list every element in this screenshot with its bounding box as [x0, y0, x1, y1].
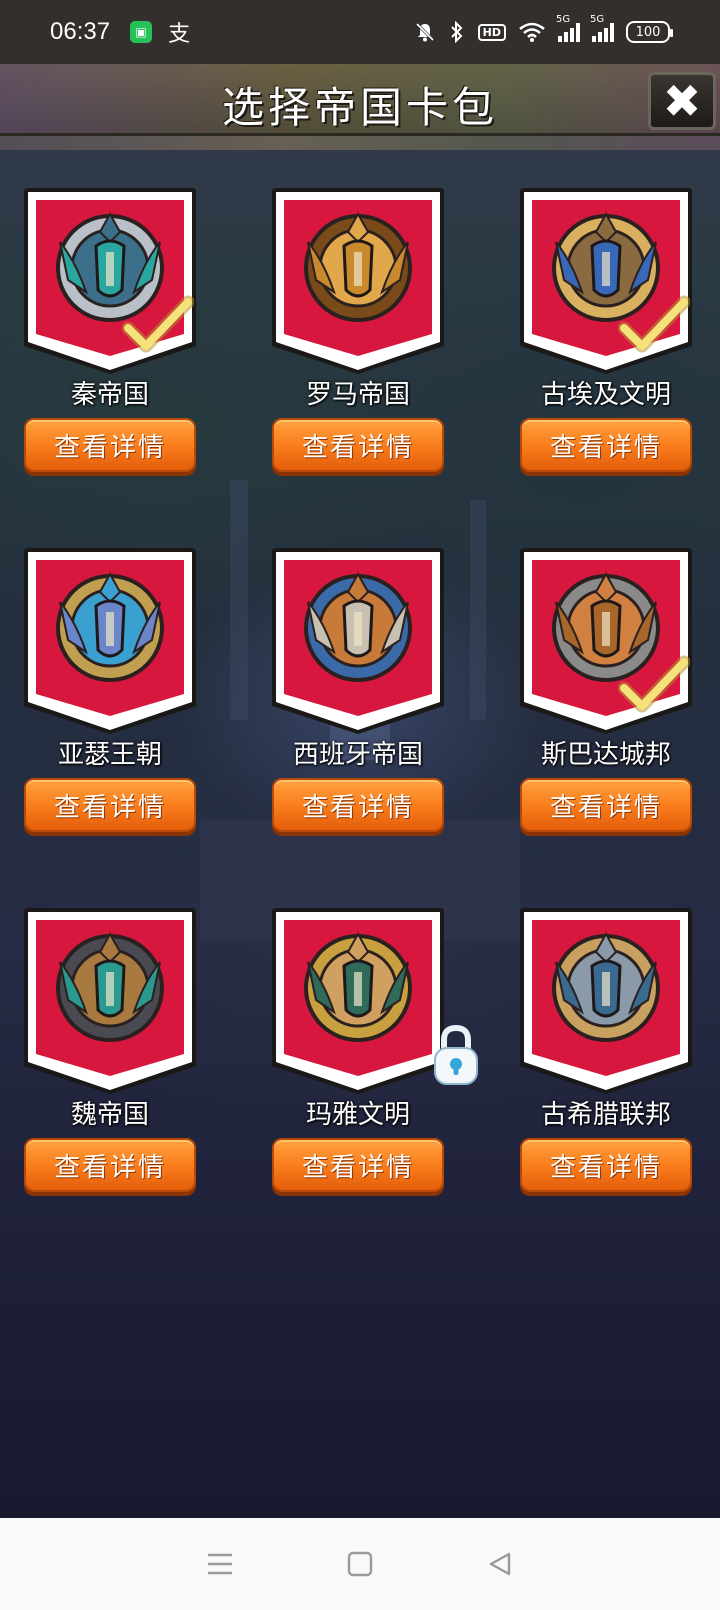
empire-name: 古埃及文明 — [540, 380, 671, 410]
mute-bell-icon — [415, 22, 434, 42]
view-details-button[interactable]: 查看详情 — [24, 418, 196, 472]
empire-pack-card[interactable] — [518, 186, 694, 376]
roman-helmet-emblem-icon — [294, 202, 422, 330]
view-details-button[interactable]: 查看详情 — [272, 778, 444, 832]
checkmark-icon — [618, 294, 690, 358]
view-details-button[interactable]: 查看详情 — [24, 1138, 196, 1192]
empire-pack-card[interactable] — [270, 906, 478, 1096]
view-details-button[interactable]: 查看详情 — [520, 778, 692, 832]
view-details-button[interactable]: 查看详情 — [272, 418, 444, 472]
empire-name: 古希腊联邦 — [540, 1100, 671, 1130]
navigation-bar — [0, 1518, 720, 1610]
checkmark-icon — [618, 654, 690, 718]
checkmark-icon — [122, 294, 194, 358]
greek-helmet-emblem-icon — [542, 922, 670, 1050]
empire-pack-card[interactable] — [270, 186, 446, 376]
app-badge-icon: ▣ — [130, 21, 153, 43]
signal-icon: 5G — [590, 14, 614, 42]
view-details-button[interactable]: 查看详情 — [272, 1138, 444, 1192]
empire-name: 西班牙帝国 — [292, 740, 423, 770]
empire-pack-card[interactable] — [22, 186, 198, 376]
empire-name: 秦帝国 — [70, 380, 149, 410]
empire-pack-card[interactable] — [22, 906, 198, 1096]
page-header: 选择帝国卡包 ✖ — [0, 64, 720, 136]
winged-shield-emblem-icon — [46, 562, 174, 690]
wifi-icon — [519, 22, 545, 42]
empire-pack-card[interactable] — [270, 546, 446, 736]
empire-name: 玛雅文明 — [305, 1100, 410, 1130]
status-bar: 06:37 ▣ 支 HD 5G 5G 100 — [0, 0, 720, 64]
empire-name: 斯巴达城邦 — [540, 740, 671, 770]
lock-icon — [432, 1024, 480, 1086]
empire-pack-card[interactable] — [518, 546, 694, 736]
empire-name: 罗马帝国 — [305, 380, 410, 410]
view-details-button[interactable]: 查看详情 — [520, 1138, 692, 1192]
signal-icon: 5G — [556, 14, 580, 42]
battery-icon: 100 — [626, 21, 673, 43]
empire-name: 亚瑟王朝 — [57, 740, 162, 770]
page-title: 选择帝国卡包 — [221, 83, 498, 132]
empire-pack-card[interactable] — [518, 906, 694, 1096]
status-time: 06:37 — [50, 18, 111, 45]
view-details-button[interactable]: 查看详情 — [24, 778, 196, 832]
header-divider — [0, 136, 720, 150]
view-details-button[interactable]: 查看详情 — [520, 418, 692, 472]
close-button[interactable]: ✖ — [648, 72, 716, 130]
menu-icon[interactable] — [200, 1544, 240, 1584]
maya-mask-emblem-icon — [294, 922, 422, 1050]
hd-icon: HD — [477, 23, 506, 41]
cross-shield-emblem-icon — [294, 562, 422, 690]
alipay-icon: 支 — [168, 22, 191, 47]
empire-name: 魏帝国 — [70, 1100, 149, 1130]
back-icon[interactable] — [480, 1544, 520, 1584]
bluetooth-icon — [450, 21, 463, 43]
home-icon[interactable] — [340, 1544, 380, 1584]
close-icon: ✖ — [662, 74, 702, 128]
horse-head-emblem-icon — [46, 922, 174, 1050]
empire-pack-card[interactable] — [22, 546, 198, 736]
